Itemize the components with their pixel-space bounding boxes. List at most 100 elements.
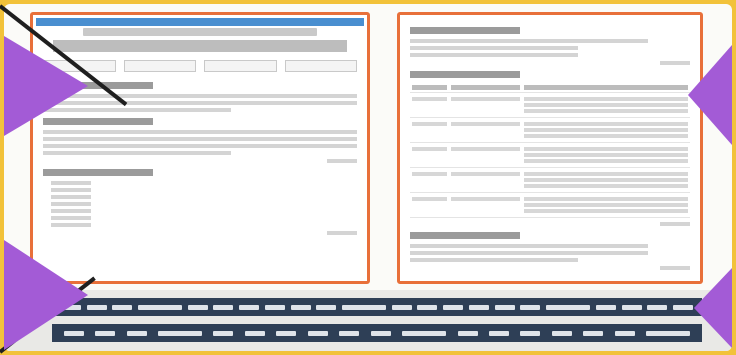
decorative-triangle [694,268,732,348]
text-line [43,130,357,134]
text-line [51,223,91,227]
dash-segment [417,304,438,310]
dash-segment [595,304,616,310]
form-field [284,60,357,72]
dash-strip [52,298,702,316]
document-page-right [397,12,703,284]
dash-segment [443,304,464,310]
form-field [123,60,196,72]
table-header-row [410,83,690,93]
table-cell-line [523,159,688,163]
dash-segment [138,304,183,310]
section-heading [43,169,153,176]
decorative-triangle [688,45,732,145]
table-cell-line [451,97,520,101]
document-preview-frame [4,4,732,351]
page-number [660,266,690,270]
page-note [660,222,690,226]
dash-segment [672,304,693,310]
dash-segment [213,330,234,336]
dash-segment [647,304,668,310]
dash-segment [213,304,234,310]
dash-segment [646,330,691,336]
column-header [412,85,448,90]
column-header [451,85,520,90]
dash-segment [126,330,147,336]
dash-segment [391,304,412,310]
document-table [410,83,690,218]
section-heading [410,232,520,239]
table-cell-line [523,147,688,151]
text-line [51,188,91,192]
table-cell-line [412,172,448,176]
dash-segment [488,330,509,336]
section-heading [410,71,520,78]
text-line [51,209,91,213]
table-row [410,117,690,143]
bottom-band [4,290,732,351]
text-line [43,151,232,155]
table-cell-line [451,147,520,151]
dash-segment [239,304,260,310]
table-row [410,192,690,218]
form-field-row [43,60,357,72]
table-cell-line [523,178,688,182]
table-cell-line [523,128,688,132]
table-cell-line [451,172,520,176]
table-cell-line [523,153,688,157]
dash-segment [457,330,478,336]
dash-segment [112,304,133,310]
item-list [43,181,357,227]
table-cell-line [523,203,688,207]
dash-segment [307,330,328,336]
dash-segment [264,304,285,310]
paragraph-block [43,94,357,112]
decorative-triangle [4,240,88,350]
table-cell-line [412,122,448,126]
table-cell-line [523,103,688,107]
text-line [410,251,648,255]
table-cell-line [523,197,688,201]
text-line [43,144,357,148]
text-line [410,46,578,50]
section-heading [410,27,520,34]
page-number [327,231,357,235]
text-line [43,137,357,141]
dash-segment [520,304,541,310]
dash-segment [402,330,447,336]
dash-segment [520,330,541,336]
dash-segment [316,304,337,310]
table-cell-line [523,209,688,213]
table-row [410,167,690,193]
dash-segment [370,330,391,336]
dash-segment [583,330,604,336]
text-line [410,258,578,262]
dash-segment [342,304,387,310]
document-title [53,40,347,52]
table-cell-line [523,134,688,138]
text-line [51,216,91,220]
dash-segment [158,330,203,336]
text-line [51,195,91,199]
page-note [660,61,690,65]
dash-segment [290,304,311,310]
dash-segment [546,304,591,310]
dash-segment [468,304,489,310]
text-line [410,244,648,248]
table-row [410,142,690,168]
table-cell-line [451,122,520,126]
column-header [523,85,688,90]
dash-segment [621,304,642,310]
document-header-bar [36,18,364,26]
table-cell-line [451,197,520,201]
document-subtitle [83,28,317,36]
text-line [51,202,91,206]
text-line [43,94,357,98]
table-cell-line [523,97,688,101]
dash-segment [494,304,515,310]
table-cell-line [523,109,688,113]
dash-segment [187,304,208,310]
paragraph-block [43,130,357,155]
table-row [410,92,690,118]
dash-segment [95,330,116,336]
